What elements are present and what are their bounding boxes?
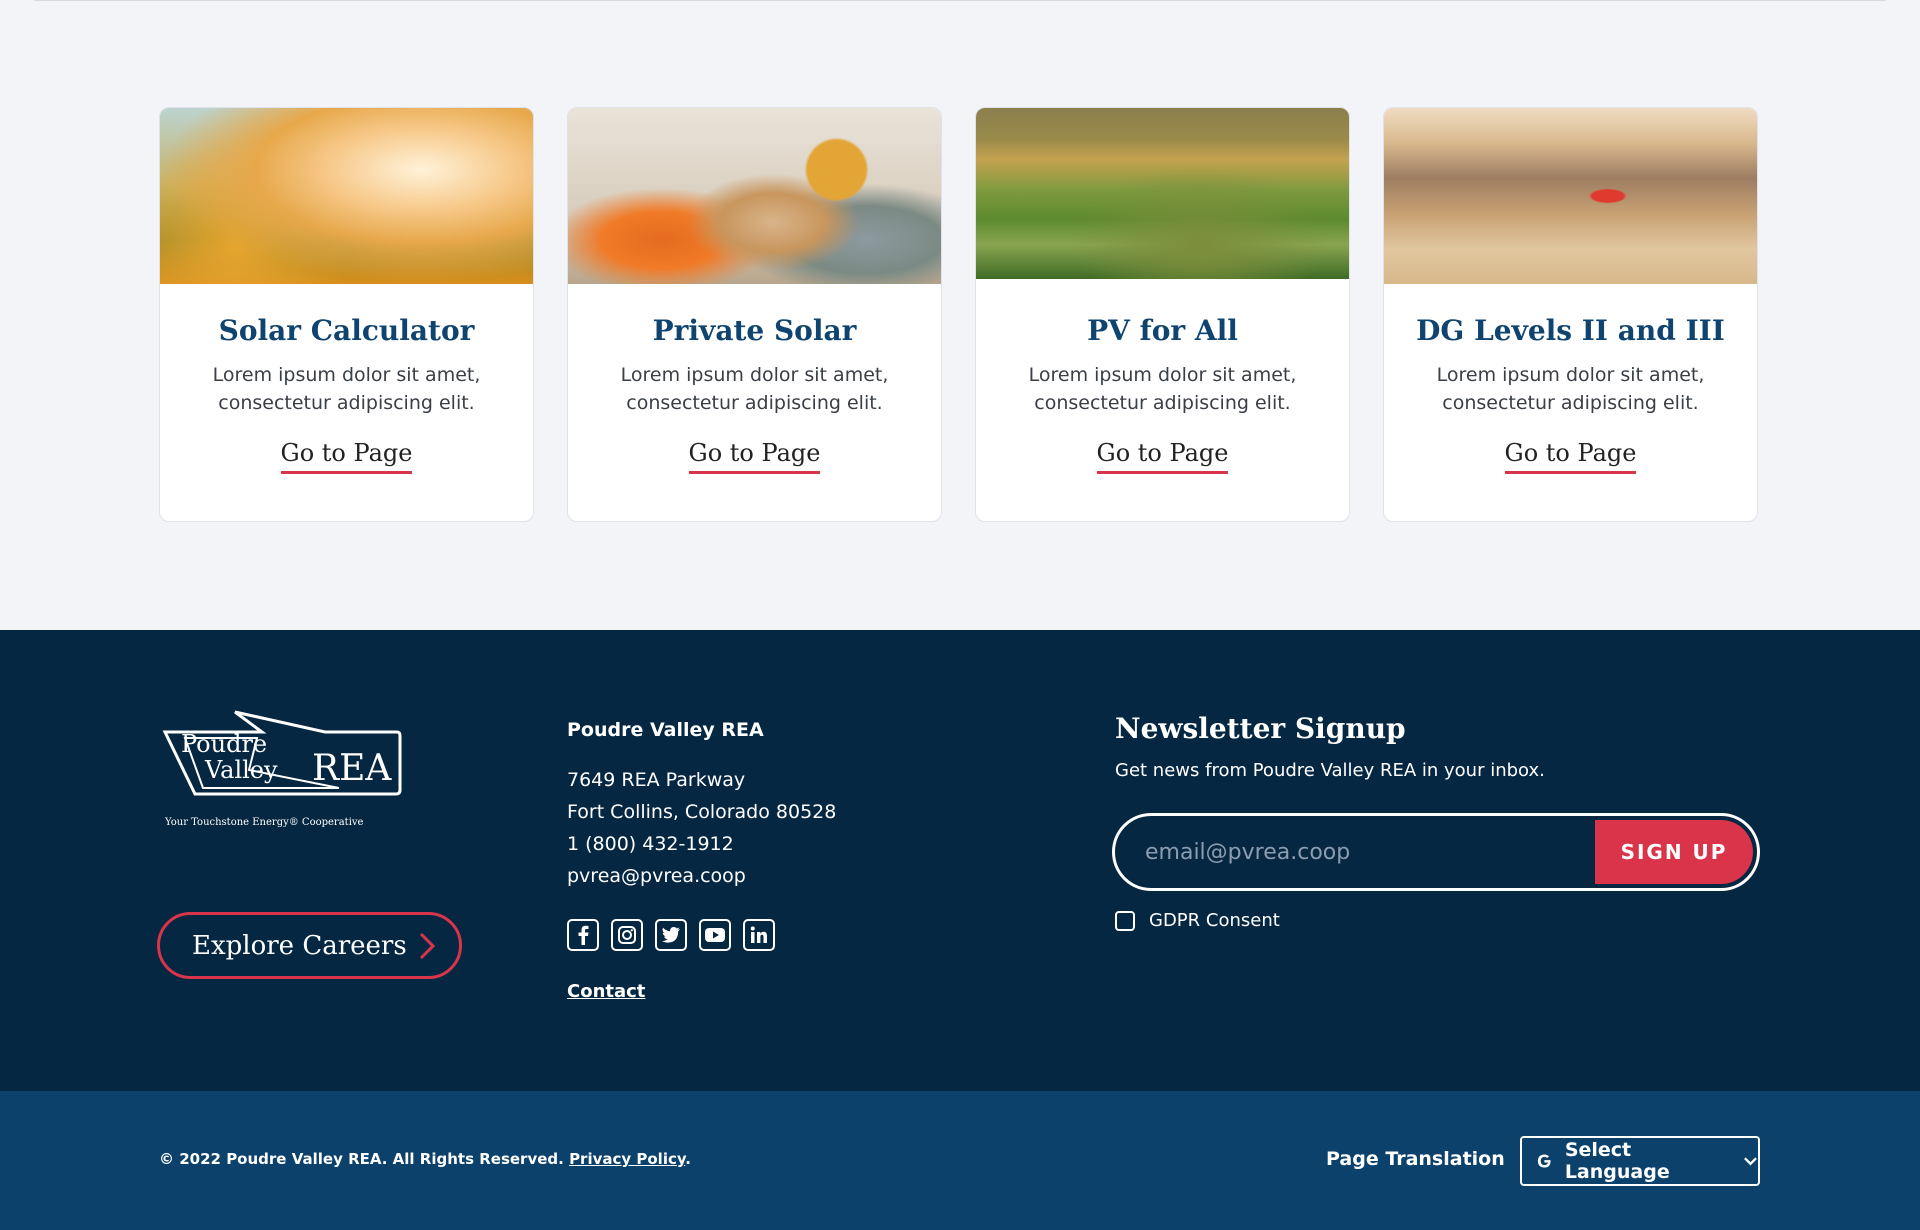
go-to-page-link[interactable]: Go to Page: [280, 439, 413, 474]
chevron-right-icon: [419, 932, 436, 960]
language-select-label: Select Language: [1564, 1139, 1670, 1183]
instagram-icon[interactable]: [611, 919, 643, 951]
card-image-solar: [160, 108, 533, 284]
bottom-bar: © 2022 Poudre Valley REA. All Rights Res…: [0, 1091, 1920, 1230]
card-description: Lorem ipsum dolor sit amet, consectetur …: [1028, 364, 1297, 414]
phone-number[interactable]: 1 (800) 432-1912: [567, 828, 836, 860]
site-footer: Poudre Valley REA Your Touchstone Energy…: [0, 630, 1920, 1091]
copyright-text: © 2022 Poudre Valley REA. All Rights Res…: [159, 1150, 564, 1168]
org-name: Poudre Valley REA: [567, 719, 764, 741]
gdpr-consent[interactable]: GDPR Consent: [1115, 910, 1280, 931]
street-address: 7649 REA Parkway: [567, 769, 746, 791]
top-divider: [34, 0, 1886, 1]
svg-text:REA: REA: [312, 748, 392, 789]
card-image-couple-dog: [568, 108, 941, 284]
card-title: Solar Calculator: [218, 314, 475, 347]
feature-cards: Solar Calculator Lorem ipsum dolor sit a…: [159, 107, 1758, 522]
go-to-page-link[interactable]: Go to Page: [688, 439, 821, 474]
newsletter-form: SIGN UP: [1112, 813, 1760, 891]
newsletter-subtitle: Get news from Poudre Valley REA in your …: [1115, 760, 1545, 781]
city-state-zip: Fort Collins, Colorado 80528: [567, 801, 837, 823]
page-translation-label: Page Translation: [1326, 1148, 1505, 1170]
facebook-icon[interactable]: [567, 919, 599, 951]
contact-info: 7649 REA Parkway Fort Collins, Colorado …: [567, 764, 836, 892]
google-icon: [1537, 1154, 1551, 1168]
card-image-farm-valley: [976, 108, 1349, 279]
gdpr-label: GDPR Consent: [1149, 910, 1280, 931]
card-title: Private Solar: [652, 314, 857, 347]
gdpr-checkbox[interactable]: [1115, 910, 1135, 931]
logo-graphic: Poudre Valley REA Your Touchstone Energy…: [162, 710, 402, 828]
explore-careers-button[interactable]: Explore Careers: [157, 912, 462, 979]
card-title: PV for All: [1087, 314, 1238, 347]
twitter-icon[interactable]: [655, 919, 687, 951]
svg-text:Valley: Valley: [204, 756, 278, 784]
card-description: Lorem ipsum dolor sit amet, consectetur …: [1436, 364, 1705, 414]
sign-up-button[interactable]: SIGN UP: [1595, 820, 1753, 884]
language-select[interactable]: Select Language: [1520, 1136, 1760, 1186]
card-solar-calculator: Solar Calculator Lorem ipsum dolor sit a…: [159, 107, 534, 522]
youtube-icon[interactable]: [699, 919, 731, 951]
go-to-page-link[interactable]: Go to Page: [1096, 439, 1229, 474]
card-image-hiker: [1384, 108, 1757, 284]
svg-text:Poudre: Poudre: [181, 730, 267, 758]
poudre-valley-rea-logo[interactable]: Poudre Valley REA Your Touchstone Energy…: [157, 710, 407, 835]
email-field[interactable]: [1145, 832, 1585, 872]
email-address[interactable]: pvrea@pvrea.coop: [567, 860, 836, 892]
linkedin-icon[interactable]: [743, 919, 775, 951]
newsletter-title: Newsletter Signup: [1115, 712, 1406, 745]
go-to-page-link[interactable]: Go to Page: [1504, 439, 1637, 474]
svg-text:Your Touchstone Energy® Cooper: Your Touchstone Energy® Cooperative: [164, 817, 364, 828]
card-pv-for-all: PV for All Lorem ipsum dolor sit amet, c…: [975, 107, 1350, 522]
card-description: Lorem ipsum dolor sit amet, consectetur …: [620, 364, 889, 414]
explore-careers-label: Explore Careers: [192, 930, 407, 961]
card-description: Lorem ipsum dolor sit amet, consectetur …: [212, 364, 481, 414]
social-links: [567, 919, 775, 951]
card-title: DG Levels II and III: [1416, 314, 1725, 347]
chevron-down-icon: [1744, 1157, 1757, 1166]
copyright: © 2022 Poudre Valley REA. All Rights Res…: [159, 1150, 691, 1168]
copyright-period: .: [685, 1150, 691, 1168]
card-private-solar: Private Solar Lorem ipsum dolor sit amet…: [567, 107, 942, 522]
contact-link[interactable]: Contact: [567, 981, 645, 1002]
privacy-policy-link[interactable]: Privacy Policy: [569, 1150, 685, 1168]
card-dg-levels: DG Levels II and III Lorem ipsum dolor s…: [1383, 107, 1758, 522]
